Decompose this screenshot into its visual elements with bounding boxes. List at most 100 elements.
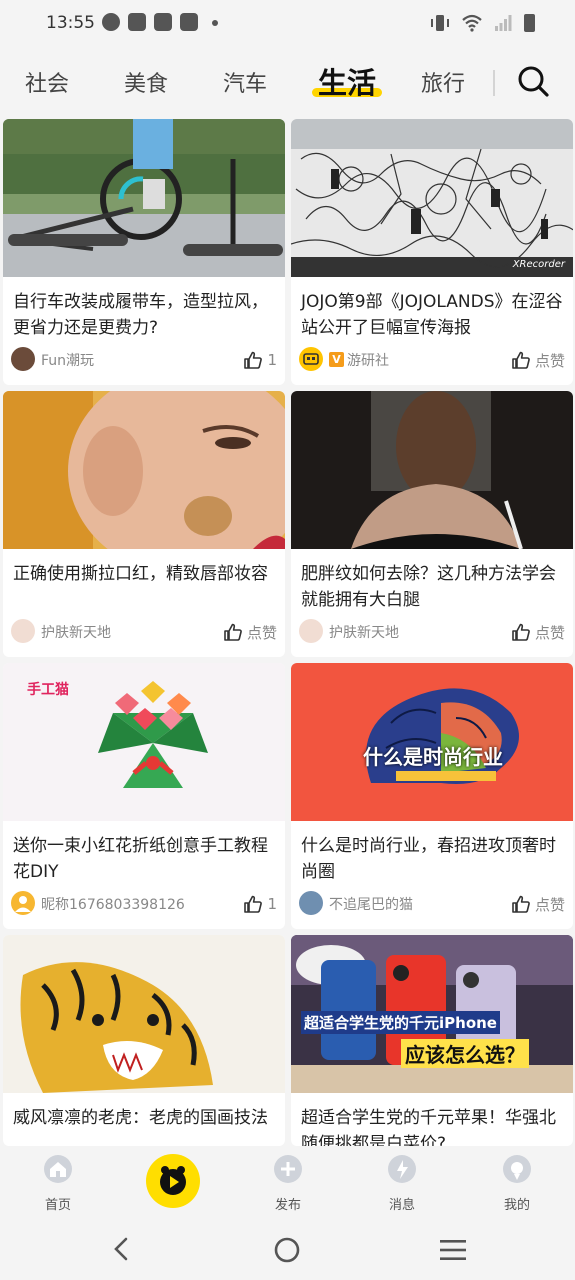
tab-life[interactable]: 生活 [318, 60, 376, 102]
card-meta: Fun潮玩 1 [11, 347, 279, 373]
bell-icon [388, 1155, 416, 1183]
card-title[interactable]: 威风凛凛的老虎：老虎的国画技法 [13, 1105, 277, 1131]
nav-profile-label: 我的 [503, 1198, 530, 1213]
like-count: 1 [267, 895, 277, 913]
feed-card[interactable]: XRecorder JOJO第9部《JOJOLANDS》在涩谷站公开了巨幅宣传海… [291, 119, 573, 385]
back-icon[interactable] [110, 1237, 134, 1261]
thumbs-up-icon [512, 623, 530, 641]
card-title[interactable]: 正确使用撕拉口红，精致唇部妆容 [13, 561, 277, 587]
avatar[interactable] [299, 347, 323, 371]
author-name[interactable]: 护肤新天地 [329, 622, 399, 642]
like-button[interactable]: 1 [243, 348, 277, 372]
status-bar: 13:55 [0, 0, 575, 46]
like-label: 点赞 [246, 623, 277, 642]
card-meta: 不追尾巴的猫 点赞 [299, 891, 567, 917]
like-count: 1 [267, 351, 277, 369]
thumbnail-logo: 手工猫 [27, 682, 69, 698]
recents-icon[interactable] [439, 1238, 467, 1262]
avatar[interactable] [11, 891, 35, 915]
thumbnail-caption: 什么是时尚行业 [363, 745, 503, 769]
video-thumbnail[interactable]: XRecorder [291, 119, 573, 277]
tab-cars[interactable]: 汽车 [223, 66, 267, 98]
card-meta: 护肤新天地 点赞 [11, 619, 279, 645]
video-thumbnail[interactable] [291, 391, 573, 549]
status-time: 13:55 [46, 13, 95, 33]
notification-icon [180, 13, 198, 31]
avatar[interactable] [299, 891, 323, 915]
tab-travel[interactable]: 旅行 [421, 66, 465, 98]
more-notifications-icon [212, 20, 218, 26]
author-name[interactable]: 昵称1676803398126 [41, 894, 185, 914]
author-name[interactable]: Fun潮玩 [41, 350, 94, 370]
thumbnail-caption: 超适合学生党的千元iPhone [301, 1011, 500, 1034]
avatar[interactable] [11, 347, 35, 371]
thumbs-up-icon [244, 351, 263, 369]
nav-publish[interactable]: 发布 [248, 1154, 328, 1213]
like-button[interactable]: 点赞 [223, 620, 277, 644]
video-thumbnail[interactable] [3, 935, 285, 1093]
feed-card[interactable]: 威风凛凛的老虎：老虎的国画技法 [3, 935, 285, 1146]
profile-icon [503, 1155, 531, 1183]
like-button[interactable]: 点赞 [511, 620, 565, 644]
card-title[interactable]: 肥胖纹如何去除？这几种方法学会就能拥有大白腿 [301, 561, 565, 613]
thumbnail-watermark: XRecorder [512, 259, 565, 270]
vibrate-icon [431, 15, 449, 31]
video-thumbnail[interactable]: 手工猫 [3, 663, 285, 821]
like-label: 点赞 [534, 351, 565, 370]
nav-messages-label: 消息 [388, 1198, 415, 1213]
card-title[interactable]: 送你一束小红花折纸创意手工教程花DIY [13, 833, 277, 885]
like-button[interactable]: 点赞 [511, 348, 565, 372]
nav-profile[interactable]: 我的 [477, 1154, 557, 1213]
thumbs-up-icon [512, 351, 530, 369]
avatar[interactable] [11, 619, 35, 643]
card-meta: 护肤新天地 点赞 [299, 619, 567, 645]
feed-card[interactable]: 自行车改装成履带车，造型拉风，更省力还是更费力? Fun潮玩 1 [3, 119, 285, 385]
verified-badge-icon: V [329, 352, 344, 367]
center-play-button[interactable] [146, 1154, 200, 1208]
video-thumbnail[interactable]: 什么是时尚行业 [291, 663, 573, 821]
bottom-navigation: 首页 发布 消息 我的 [0, 1146, 575, 1218]
author-name[interactable]: 游研社 [347, 350, 389, 370]
feed-card[interactable]: 超适合学生党的千元iPhone 应该怎么选？ 超适合学生党的千元苹果！华强北随便… [291, 935, 573, 1146]
video-thumbnail[interactable] [3, 119, 285, 277]
like-label: 点赞 [534, 623, 565, 642]
home-icon [44, 1155, 72, 1183]
feed-card[interactable]: 手工猫 送你一束小红花折纸创意手工教程花DIY 昵称1676803398126 … [3, 663, 285, 929]
card-meta: 昵称1676803398126 1 [11, 891, 279, 917]
wifi-icon [462, 14, 482, 32]
card-title[interactable]: 自行车改装成履带车，造型拉风，更省力还是更费力? [13, 289, 277, 341]
tabs-divider [493, 70, 495, 96]
tab-society[interactable]: 社会 [25, 66, 69, 98]
feed-card[interactable]: 正确使用撕拉口红，精致唇部妆容 护肤新天地 点赞 [3, 391, 285, 657]
thumbs-up-icon [512, 895, 530, 913]
thumbnail-caption-secondary: 应该怎么选？ [401, 1039, 529, 1068]
signal-icon [495, 15, 512, 31]
category-tabs: 社会 美食 汽车 生活 旅行 [0, 46, 575, 114]
video-thumbnail[interactable]: 超适合学生党的千元iPhone 应该怎么选？ [291, 935, 573, 1093]
card-title[interactable]: JOJO第9部《JOJOLANDS》在涩谷站公开了巨幅宣传海报 [301, 289, 565, 341]
plus-icon [274, 1155, 302, 1183]
feed-card[interactable]: 肥胖纹如何去除？这几种方法学会就能拥有大白腿 护肤新天地 点赞 [291, 391, 573, 657]
card-meta: V 游研社 点赞 [299, 347, 567, 373]
notification-icon [128, 13, 146, 31]
battery-icon [524, 14, 535, 32]
like-label: 点赞 [534, 895, 565, 914]
video-thumbnail[interactable] [3, 391, 285, 549]
author-name[interactable]: 不追尾巴的猫 [329, 894, 413, 914]
tab-food[interactable]: 美食 [124, 66, 168, 98]
like-button[interactable]: 点赞 [511, 892, 565, 916]
nav-publish-label: 发布 [274, 1198, 301, 1213]
home-circle-icon[interactable] [274, 1237, 300, 1263]
card-title[interactable]: 超适合学生党的千元苹果！华强北随便挑都是白菜价? [301, 1105, 565, 1146]
author-name[interactable]: 护肤新天地 [41, 622, 111, 642]
nav-messages[interactable]: 消息 [362, 1154, 442, 1213]
feed-card[interactable]: 什么是时尚行业 什么是时尚行业，春招进攻顶奢时尚圈 不追尾巴的猫 点赞 [291, 663, 573, 929]
thumbs-up-icon [224, 623, 242, 641]
thumbs-up-icon [244, 895, 263, 913]
like-button[interactable]: 1 [243, 892, 277, 916]
system-navigation [0, 1218, 575, 1280]
search-icon[interactable] [516, 64, 550, 98]
nav-home[interactable]: 首页 [18, 1154, 98, 1213]
avatar[interactable] [299, 619, 323, 643]
card-title[interactable]: 什么是时尚行业，春招进攻顶奢时尚圈 [301, 833, 565, 885]
